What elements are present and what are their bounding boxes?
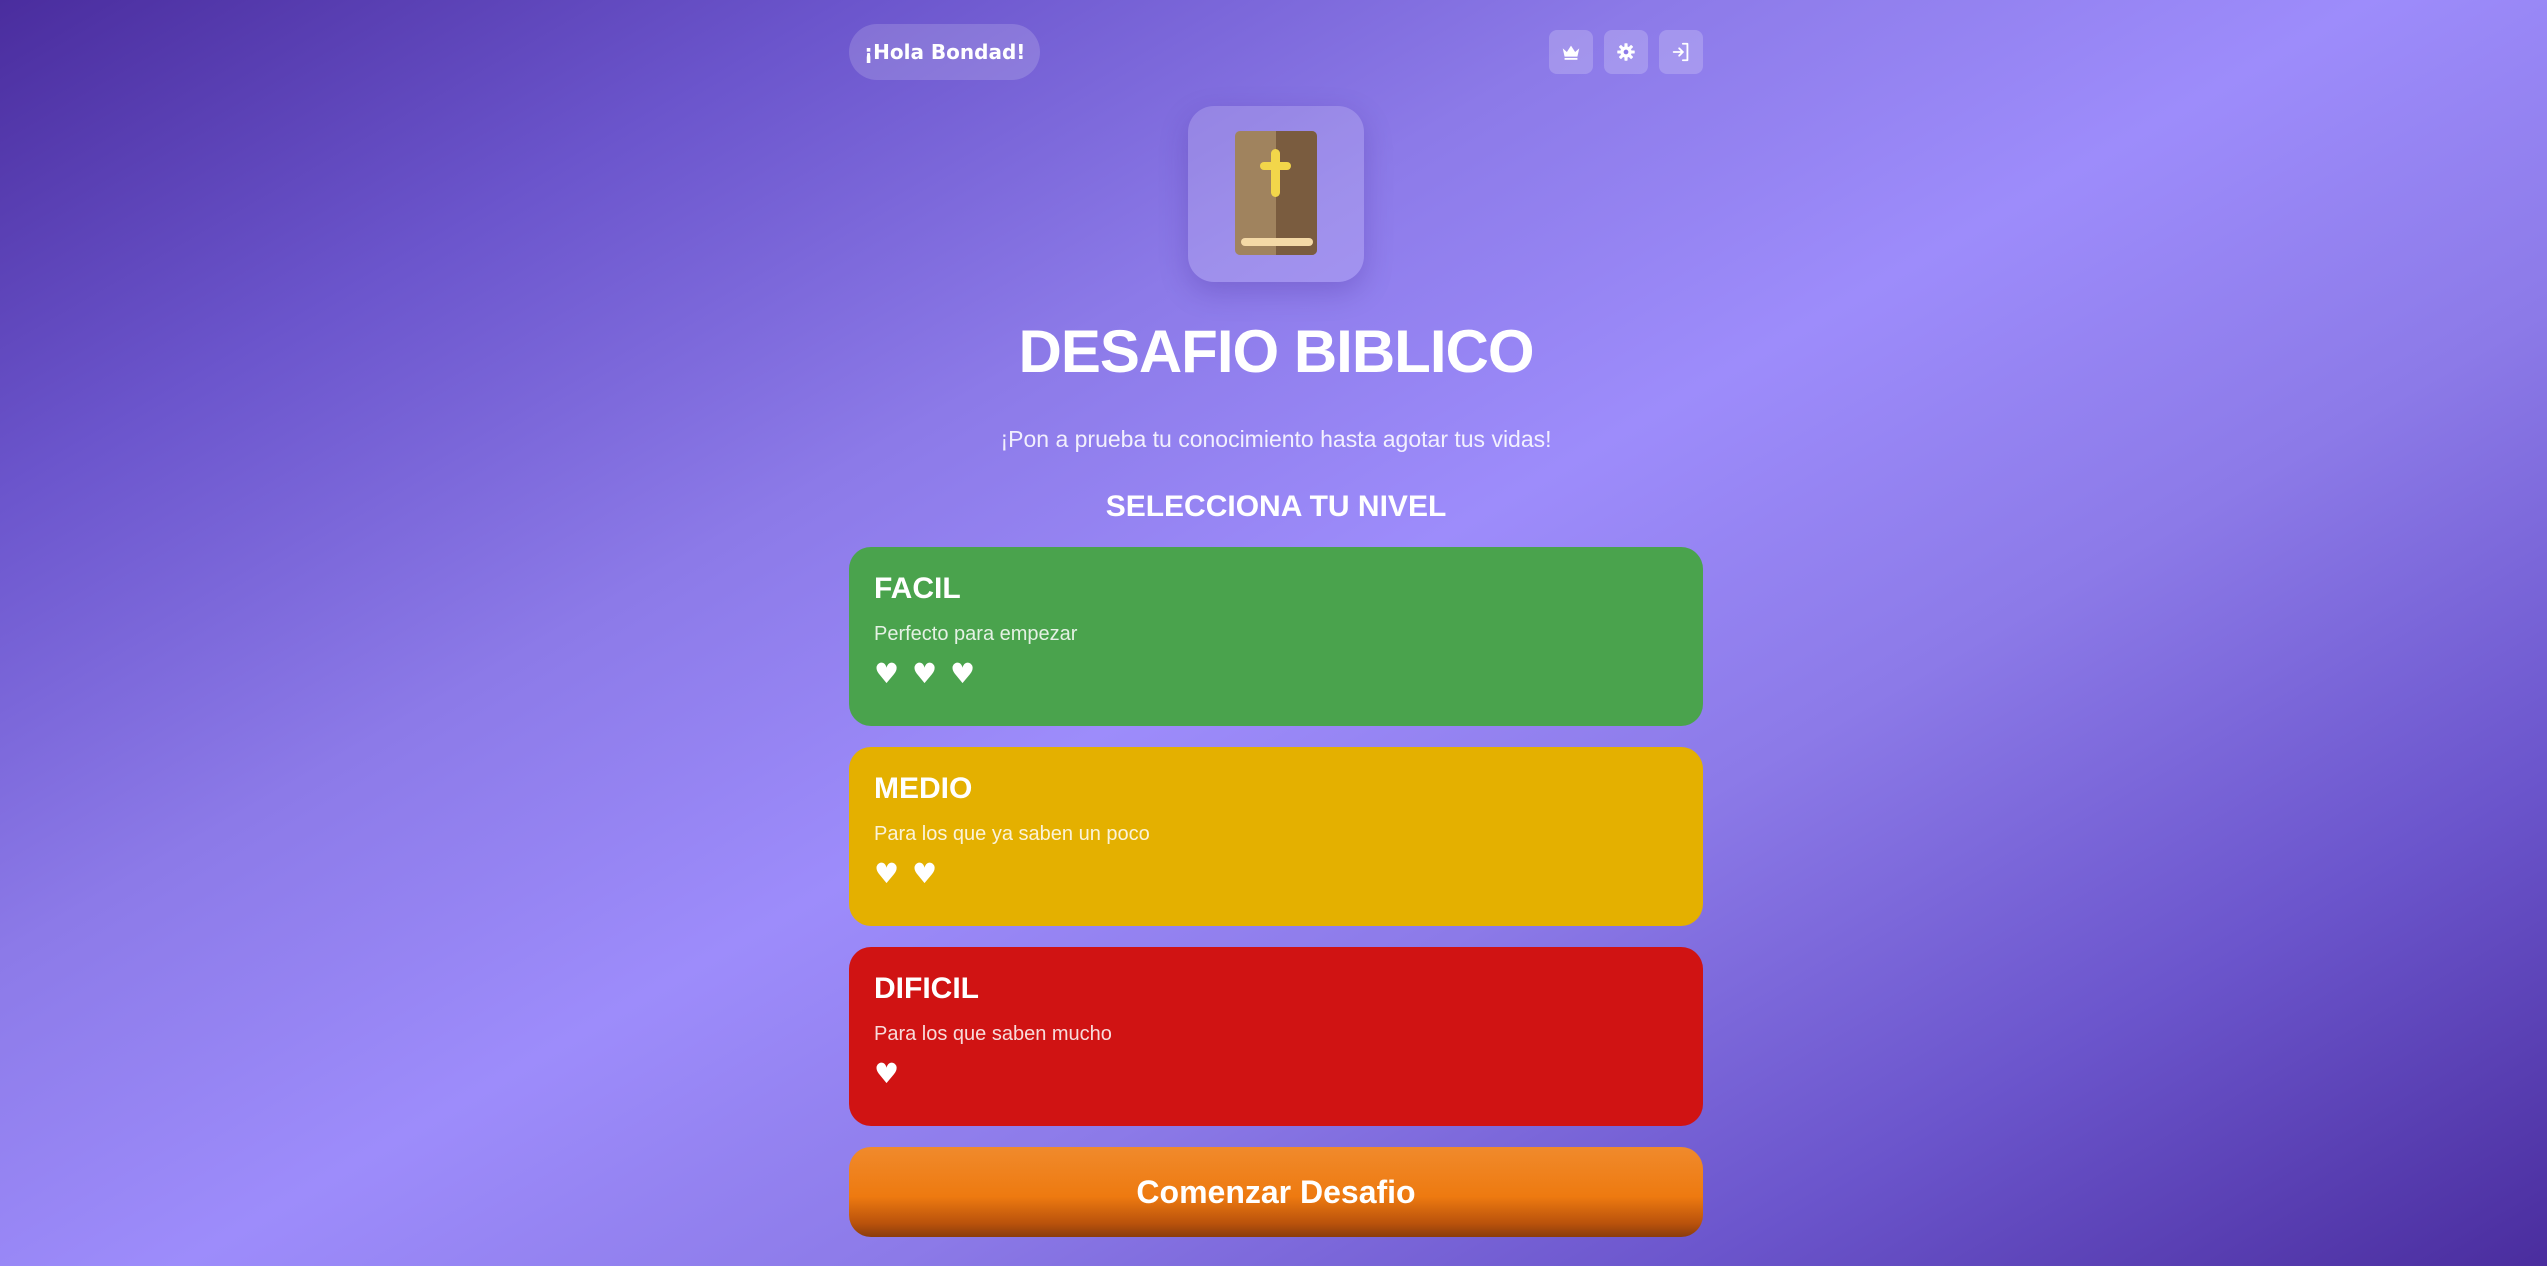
app-logo (1188, 106, 1364, 282)
ranking-button[interactable] (1549, 30, 1593, 74)
lives-hearts: ♥ (874, 1057, 902, 1090)
lives-hearts: ♥ ♥ ♥ (874, 657, 978, 690)
level-card-dificil[interactable]: DIFICIL Para los que saben mucho ♥ (849, 947, 1703, 1126)
gear-icon (1617, 43, 1635, 61)
level-description: Para los que saben mucho (874, 1023, 1112, 1045)
start-challenge-button[interactable]: Comenzar Desafio (849, 1147, 1703, 1237)
top-icon-group (1549, 30, 1703, 74)
level-name: DIFICIL (874, 972, 979, 1005)
level-section-heading: SELECCIONA TU NIVEL (1105, 490, 1447, 523)
level-name: FACIL (874, 572, 961, 605)
level-card-medio[interactable]: MEDIO Para los que ya saben un poco ♥ ♥ (849, 747, 1703, 926)
settings-button[interactable] (1604, 30, 1648, 74)
lives-hearts: ♥ ♥ (874, 857, 940, 890)
sign-in-icon (1672, 42, 1689, 62)
bible-icon (1235, 131, 1317, 255)
level-description: Perfecto para empezar (874, 623, 1078, 645)
page-subtitle: ¡Pon a prueba tu conocimiento hasta agot… (1000, 426, 1552, 452)
level-name: MEDIO (874, 772, 973, 805)
greeting-badge: ¡Hola Bondad! (849, 24, 1041, 80)
page-title: DESAFIO BIBLICO (1018, 318, 1534, 385)
login-button[interactable] (1659, 30, 1703, 74)
main-container: ¡Hola Bondad! DESAFIO BIBLICO ¡Pon a pru… (849, 0, 1703, 1266)
crown-icon (1562, 45, 1580, 60)
level-card-facil[interactable]: FACIL Perfecto para empezar ♥ ♥ ♥ (849, 547, 1703, 726)
top-bar: ¡Hola Bondad! (849, 24, 1703, 80)
level-description: Para los que ya saben un poco (874, 823, 1150, 845)
